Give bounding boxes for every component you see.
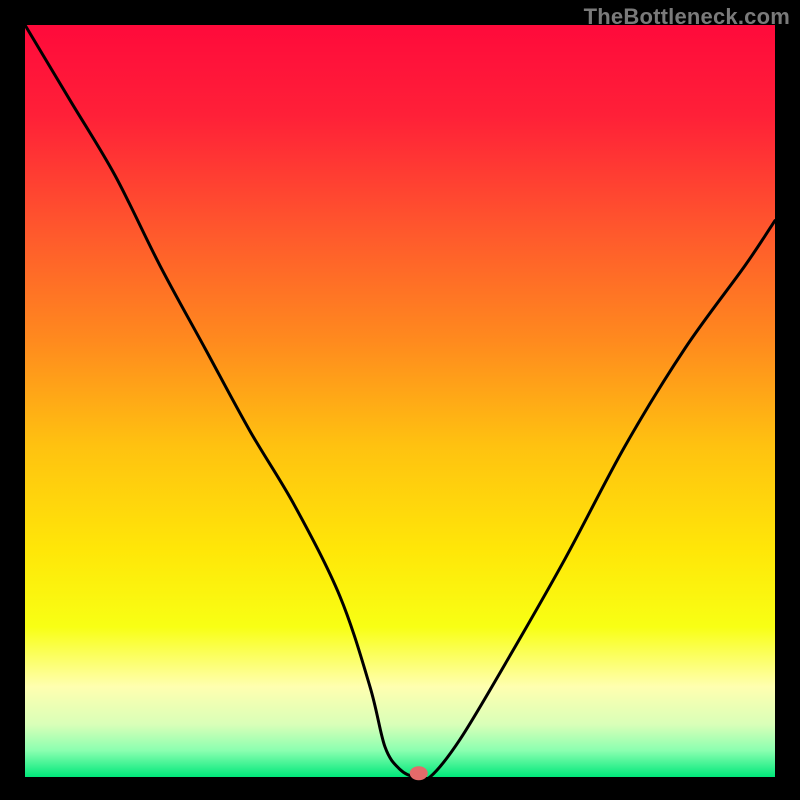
- chart-container: TheBottleneck.com: [0, 0, 800, 800]
- optimum-marker: [410, 766, 428, 780]
- bottleneck-chart: [0, 0, 800, 800]
- plot-background: [25, 25, 775, 777]
- watermark-text: TheBottleneck.com: [584, 4, 790, 30]
